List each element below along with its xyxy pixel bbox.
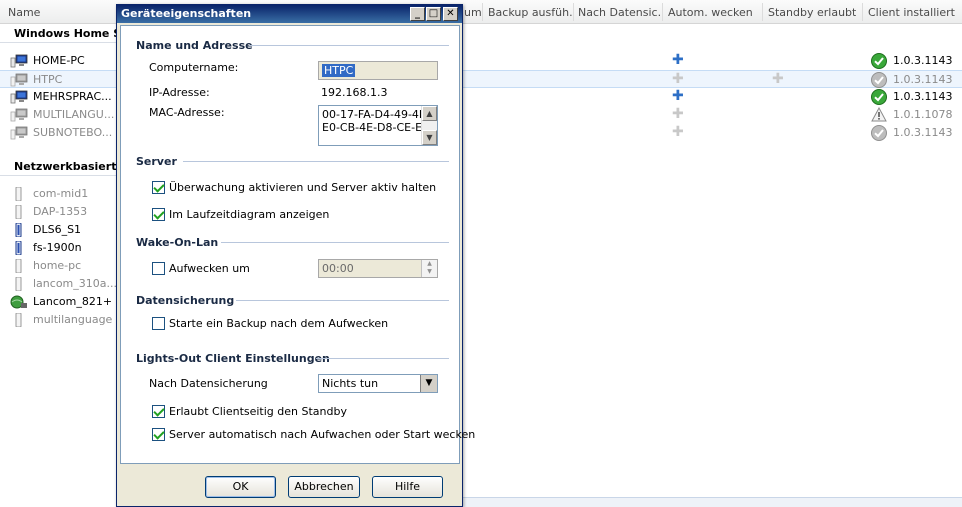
ok-check-icon xyxy=(871,125,887,141)
mac-address-item: 00-17-FA-D4-49-4B xyxy=(322,108,427,121)
wake-plus-icon: ✚ xyxy=(672,124,684,140)
standby-checkbox[interactable] xyxy=(152,405,165,418)
scroll-down-icon[interactable]: ▼ xyxy=(422,130,437,145)
device-icon xyxy=(15,259,22,273)
standby-checkbox-label[interactable]: Erlaubt Clientseitig den Standby xyxy=(169,405,347,418)
standby-plus-icon: ✚ xyxy=(772,71,784,87)
dialog-content-panel: Name und Adresse Computername: HTPC IP-A… xyxy=(120,25,475,464)
computer-name: SUBNOTEBO... xyxy=(33,126,113,139)
ok-check-icon xyxy=(871,72,887,88)
wake-plus-icon: ✚ xyxy=(672,52,684,68)
maximize-icon[interactable]: □ xyxy=(426,7,441,21)
time-spinner-icon[interactable]: ▲ ▼ xyxy=(421,260,437,277)
ok-check-icon xyxy=(871,53,887,69)
client-version: 1.0.3.1143 xyxy=(893,126,953,139)
cancel-button[interactable]: Abbrechen xyxy=(288,476,360,498)
wake-checkbox-label[interactable]: Aufwecken um xyxy=(169,262,250,275)
mac-label: MAC-Adresse: xyxy=(149,106,225,119)
section-server: Server xyxy=(136,155,177,168)
computer-icon xyxy=(10,73,28,87)
wake-checkbox[interactable] xyxy=(152,262,165,275)
horizontal-scrollbar[interactable] xyxy=(463,497,962,507)
backup-checkbox[interactable] xyxy=(152,317,165,330)
dialog-titlebar[interactable]: Geräteeigenschaften _ □ ✕ xyxy=(117,5,462,23)
help-button[interactable]: Hilfe xyxy=(372,476,443,498)
computername-label: Computername: xyxy=(149,61,239,74)
device-name: home-pc xyxy=(33,259,82,272)
backup-checkbox-label[interactable]: Starte ein Backup nach dem Aufwecken xyxy=(169,317,388,330)
device-icon xyxy=(15,313,22,327)
computer-icon xyxy=(10,54,28,68)
wake-plus-icon: ✚ xyxy=(672,71,684,87)
wake-plus-icon: ✚ xyxy=(672,106,684,122)
monitor-checkbox[interactable] xyxy=(152,181,165,194)
device-name: DLS6_S1 xyxy=(33,223,82,236)
device-name: fs-1900n xyxy=(33,241,82,254)
computer-name: HTPC xyxy=(33,73,63,86)
client-version: 1.0.3.1143 xyxy=(893,90,953,103)
nach-datensicherung-label: Nach Datensicherung xyxy=(149,377,268,390)
column-partial[interactable]: um xyxy=(464,6,482,19)
computer-name: MULTILANGU... xyxy=(33,108,115,121)
monitor-checkbox-label[interactable]: Überwachung aktivieren und Server aktiv … xyxy=(169,181,436,194)
mac-list-scrollbar[interactable]: ▲ ▼ xyxy=(421,106,437,145)
device-icon xyxy=(15,277,22,291)
nach-datensicherung-select[interactable]: Nichts tun ▼ xyxy=(318,374,438,393)
section-name-address: Name und Adresse xyxy=(136,39,253,52)
group-windows-home-server[interactable]: Windows Home Se xyxy=(14,27,129,40)
mac-address-list[interactable]: 00-17-FA-D4-49-4B E0-CB-4E-D8-CE-E6 ▲ ▼ xyxy=(318,105,438,146)
device-icon xyxy=(15,205,22,219)
computer-name: HOME-PC xyxy=(33,54,85,67)
computer-icon xyxy=(10,90,28,104)
globe-icon xyxy=(10,295,27,309)
chevron-down-icon[interactable]: ▼ xyxy=(420,375,437,392)
device-icon xyxy=(15,187,22,201)
device-name: com-mid1 xyxy=(33,187,89,200)
computername-field[interactable]: HTPC xyxy=(318,61,438,80)
computer-icon xyxy=(10,108,28,122)
computer-icon xyxy=(10,126,28,140)
group-network-devices[interactable]: Netzwerkbasierte xyxy=(14,160,124,173)
diagram-checkbox[interactable] xyxy=(152,208,165,221)
section-lights-out: Lights-Out Client Einstellungen xyxy=(136,352,330,365)
scroll-up-icon[interactable]: ▲ xyxy=(422,106,437,121)
computer-name: MEHRSPRAC... xyxy=(33,90,112,103)
column-name[interactable]: Name xyxy=(8,6,40,19)
device-name: multilanguage xyxy=(33,313,113,326)
section-wake-on-lan: Wake-On-Lan xyxy=(136,236,219,249)
autowake-checkbox-label[interactable]: Server automatisch nach Aufwachen oder S… xyxy=(169,428,475,441)
ip-value: 192.168.1.3 xyxy=(321,86,388,99)
client-version: 1.0.3.1143 xyxy=(893,73,953,86)
dialog-title: Geräteeigenschaften xyxy=(121,7,252,20)
client-version: 1.0.3.1143 xyxy=(893,54,953,67)
section-backup: Datensicherung xyxy=(136,294,235,307)
column-client-installiert[interactable]: Client installiert xyxy=(868,6,955,19)
device-icon xyxy=(15,223,22,237)
mac-address-item: E0-CB-4E-D8-CE-E6 xyxy=(322,121,430,134)
ip-label: IP-Adresse: xyxy=(149,86,210,99)
column-autom-wecken[interactable]: Autom. wecken xyxy=(668,6,753,19)
device-icon xyxy=(15,241,22,255)
ok-check-icon xyxy=(871,89,887,105)
client-version: 1.0.1.1078 xyxy=(893,108,953,121)
diagram-checkbox-label[interactable]: Im Laufzeitdiagram anzeigen xyxy=(169,208,329,221)
warning-icon xyxy=(871,107,887,122)
column-nach-datensicherung[interactable]: Nach Datensic... xyxy=(578,6,662,19)
close-icon[interactable]: ✕ xyxy=(443,7,458,21)
device-name: DAP-1353 xyxy=(33,205,88,218)
column-backup[interactable]: Backup ausfüh... xyxy=(488,6,572,19)
wake-plus-icon: ✚ xyxy=(672,88,684,104)
wake-time-field[interactable]: 00:00 ▲ ▼ xyxy=(318,259,438,278)
device-name: lancom_310a... xyxy=(33,277,117,290)
column-standby[interactable]: Standby erlaubt xyxy=(768,6,856,19)
device-properties-dialog: Geräteeigenschaften _ □ ✕ Name und Adres… xyxy=(116,4,475,507)
autowake-checkbox[interactable] xyxy=(152,428,165,441)
device-name: Lancom_821+ xyxy=(33,295,113,308)
minimize-icon[interactable]: _ xyxy=(410,7,425,21)
ok-button[interactable]: OK xyxy=(205,476,276,498)
